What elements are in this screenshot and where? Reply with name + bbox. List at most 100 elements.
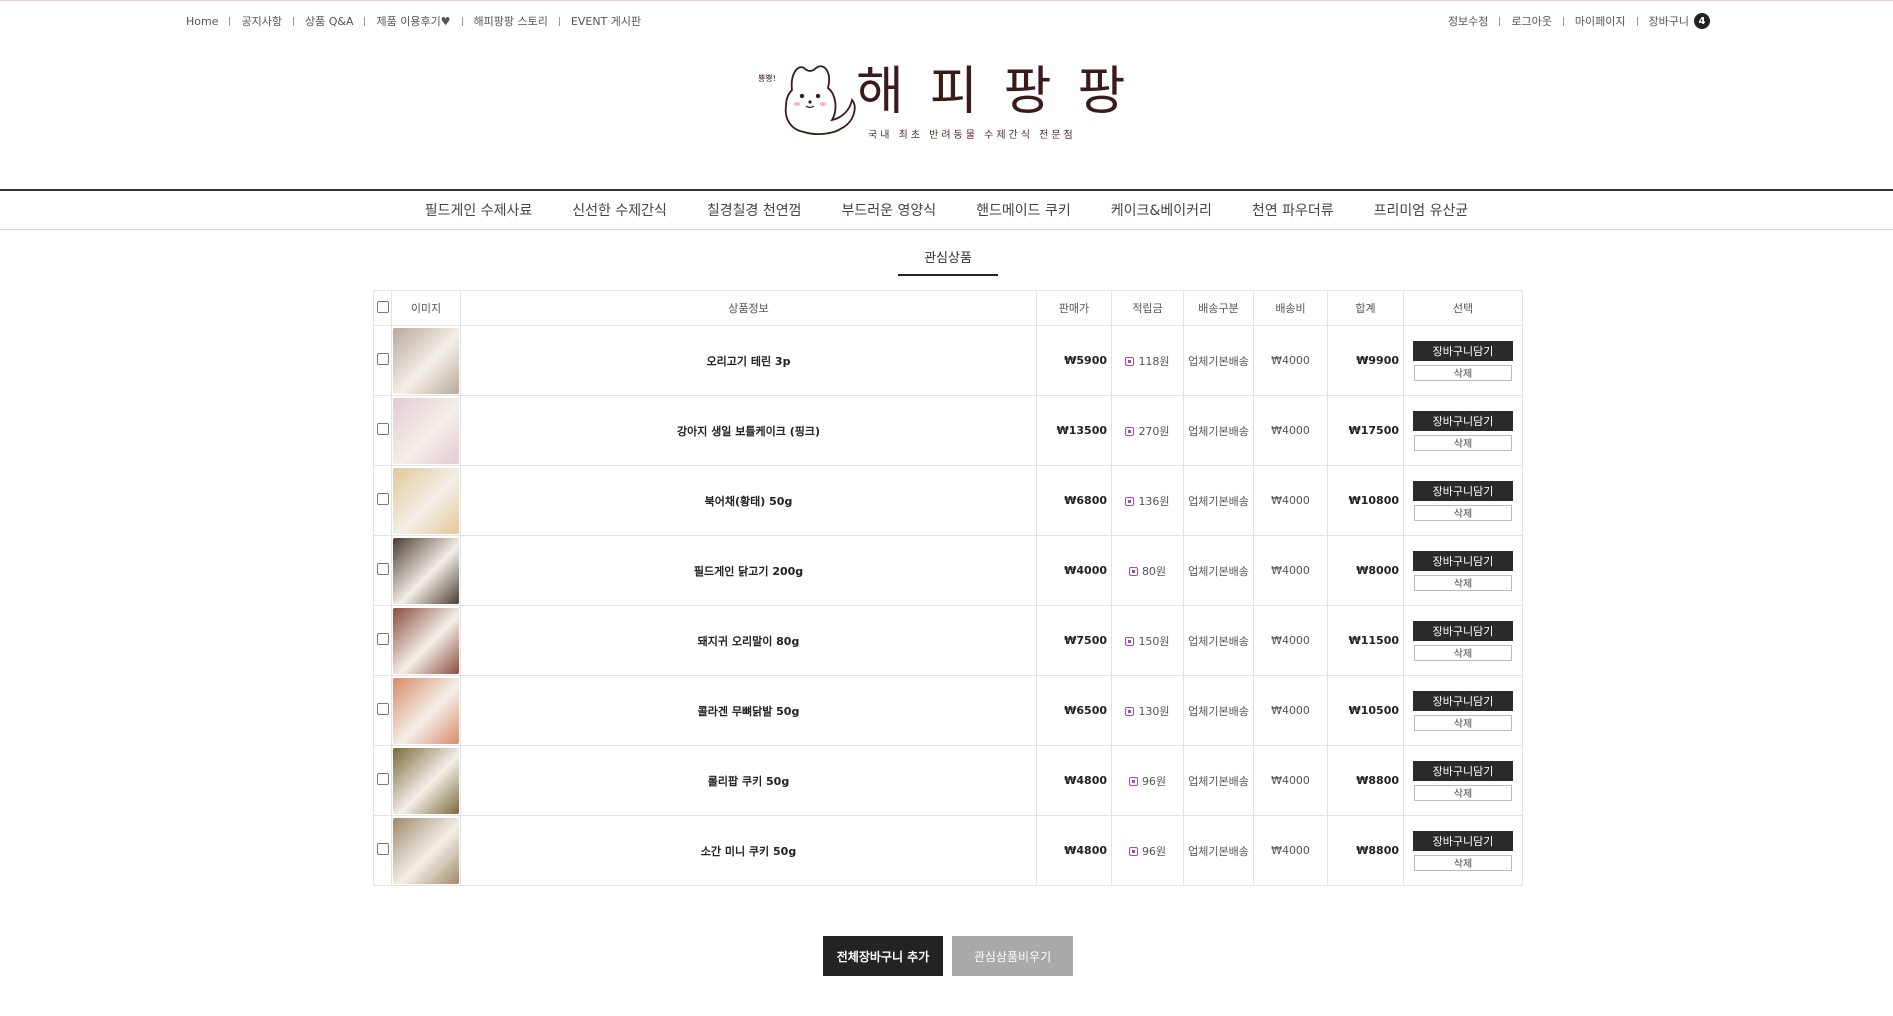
row-checkbox[interactable] <box>377 703 389 715</box>
product-name[interactable]: 북어채(황태) 50g <box>460 465 1037 536</box>
add-to-cart-button[interactable]: 장바구니담기 <box>1413 480 1513 501</box>
points-value: 136원 <box>1138 494 1170 508</box>
product-image[interactable] <box>393 607 459 674</box>
divider <box>1636 16 1638 26</box>
product-name[interactable]: 오리고기 테린 3p <box>460 325 1037 396</box>
product-image[interactable] <box>393 747 459 814</box>
util-link-qna[interactable]: 상품 Q&A <box>305 13 354 29</box>
product-price: ₩7500 <box>1036 605 1112 676</box>
product-name[interactable]: 롤리팝 쿠키 50g <box>460 745 1037 816</box>
delete-button[interactable]: 삭제 <box>1414 504 1512 521</box>
add-to-cart-button[interactable]: 장바구니담기 <box>1413 760 1513 781</box>
row-checkbox[interactable] <box>377 353 389 365</box>
row-total: ₩9900 <box>1327 325 1404 396</box>
product-name[interactable]: 소간 미니 쿠키 50g <box>460 815 1037 886</box>
points-icon <box>1128 566 1138 576</box>
points-value: 150원 <box>1138 634 1170 648</box>
util-link-notice[interactable]: 공지사항 <box>241 13 281 29</box>
util-link-logout[interactable]: 로그아웃 <box>1511 13 1551 29</box>
points-value: 80원 <box>1141 564 1167 578</box>
product-image-cell <box>391 325 461 396</box>
delete-button[interactable]: 삭제 <box>1414 784 1512 801</box>
nav-item-natural-chews[interactable]: 칠경칠경 천연껌 <box>707 200 802 220</box>
points-cell: 150원 <box>1111 605 1184 676</box>
row-total: ₩8000 <box>1327 535 1404 606</box>
clear-wishlist-button[interactable]: 관심상품비우기 <box>952 936 1073 976</box>
points-value: 270원 <box>1138 424 1170 438</box>
product-image[interactable] <box>393 537 459 604</box>
product-price: ₩4800 <box>1036 745 1112 816</box>
site-logo[interactable]: 뿅뿅! 해피팡팡 국내 최초 반려동물 수제간식 전문점 <box>758 58 1128 146</box>
row-actions: 장바구니담기삭제 <box>1403 605 1523 676</box>
row-total: ₩8800 <box>1327 815 1404 886</box>
product-name[interactable]: 콜라겐 무뼈닭발 50g <box>460 675 1037 746</box>
delete-button[interactable]: 삭제 <box>1414 644 1512 661</box>
util-link-event[interactable]: EVENT 게시판 <box>571 13 641 29</box>
cart-count-badge: 4 <box>1694 13 1710 29</box>
add-to-cart-button[interactable]: 장바구니담기 <box>1413 410 1513 431</box>
row-checkbox[interactable] <box>377 773 389 785</box>
row-checkbox[interactable] <box>377 563 389 575</box>
shipping-type: 업체기본배송 <box>1183 325 1254 396</box>
delete-button[interactable]: 삭제 <box>1414 574 1512 591</box>
dog-mascot-icon <box>784 65 856 135</box>
util-link-cart[interactable]: 장바구니 <box>1649 13 1689 29</box>
product-price: ₩4000 <box>1036 535 1112 606</box>
nav-item-natural-powder[interactable]: 천연 파우더류 <box>1252 200 1334 220</box>
util-link-story[interactable]: 해피팡팡 스토리 <box>474 13 548 29</box>
product-image-cell <box>391 745 461 816</box>
shipping-type: 업체기본배송 <box>1183 605 1254 676</box>
nav-item-fresh-treats[interactable]: 신선한 수제간식 <box>572 200 667 220</box>
divider <box>1562 16 1564 26</box>
row-total: ₩10500 <box>1327 675 1404 746</box>
product-name[interactable]: 강아지 생일 보틀케이크 (핑크) <box>460 395 1037 466</box>
product-price: ₩5900 <box>1036 325 1112 396</box>
table-row: 롤리팝 쿠키 50g ₩4800 96원 업체기본배송 ₩4000 ₩8800 장바구니담기… <box>373 745 1523 816</box>
nav-item-cake-bakery[interactable]: 케이크&베이커리 <box>1111 200 1212 220</box>
product-image[interactable] <box>393 397 459 464</box>
add-to-cart-button[interactable]: 장바구니담기 <box>1413 620 1513 641</box>
delete-button[interactable]: 삭제 <box>1414 854 1512 871</box>
product-image-cell <box>391 395 461 466</box>
points-icon <box>1128 776 1138 786</box>
shipping-type: 업체기본배송 <box>1183 675 1254 746</box>
select-all-checkbox[interactable] <box>377 300 389 313</box>
util-link-home[interactable]: Home <box>186 15 218 28</box>
table-row: 콜라겐 무뼈닭발 50g ₩6500 130원 업체기본배송 ₩4000 ₩10500 장바… <box>373 675 1523 746</box>
row-checkbox[interactable] <box>377 423 389 435</box>
shipping-type: 업체기본배송 <box>1183 745 1254 816</box>
product-image[interactable] <box>393 467 459 534</box>
nav-item-premium-probiotics[interactable]: 프리미엄 유산균 <box>1374 200 1469 220</box>
row-actions: 장바구니담기삭제 <box>1403 325 1523 396</box>
product-price: ₩4800 <box>1036 815 1112 886</box>
util-link-edit-info[interactable]: 정보수정 <box>1448 13 1488 29</box>
page-title: 관심상품 <box>924 251 972 266</box>
delete-button[interactable]: 삭제 <box>1414 364 1512 381</box>
row-total: ₩8800 <box>1327 745 1404 816</box>
points-cell: 80원 <box>1111 535 1184 606</box>
row-checkbox[interactable] <box>377 843 389 855</box>
add-to-cart-button[interactable]: 장바구니담기 <box>1413 340 1513 361</box>
product-image[interactable] <box>393 817 459 884</box>
header-select: 선택 <box>1403 290 1523 326</box>
product-name[interactable]: 돼지귀 오리말이 80g <box>460 605 1037 676</box>
nav-item-soft-nutrition[interactable]: 부드러운 영양식 <box>842 200 937 220</box>
nav-item-handmade-cookies[interactable]: 핸드메이드 쿠키 <box>976 200 1071 220</box>
util-link-reviews[interactable]: 제품 이용후기♥ <box>376 13 450 29</box>
add-to-cart-button[interactable]: 장바구니담기 <box>1413 690 1513 711</box>
row-checkbox[interactable] <box>377 633 389 645</box>
util-link-mypage[interactable]: 마이페이지 <box>1575 13 1626 29</box>
delete-button[interactable]: 삭제 <box>1414 434 1512 451</box>
product-name[interactable]: 필드게인 닭고기 200g <box>460 535 1037 606</box>
add-to-cart-button[interactable]: 장바구니담기 <box>1413 550 1513 571</box>
product-image[interactable] <box>393 327 459 394</box>
row-checkbox[interactable] <box>377 493 389 505</box>
add-to-cart-button[interactable]: 장바구니담기 <box>1413 830 1513 851</box>
product-price: ₩6800 <box>1036 465 1112 536</box>
product-image[interactable] <box>393 677 459 744</box>
points-icon <box>1125 496 1135 506</box>
nav-item-fieldgain-food[interactable]: 필드게인 수제사료 <box>425 200 533 220</box>
delete-button[interactable]: 삭제 <box>1414 714 1512 731</box>
add-all-to-cart-button[interactable]: 전체장바구니 추가 <box>823 936 943 976</box>
shipping-type: 업체기본배송 <box>1183 465 1254 536</box>
